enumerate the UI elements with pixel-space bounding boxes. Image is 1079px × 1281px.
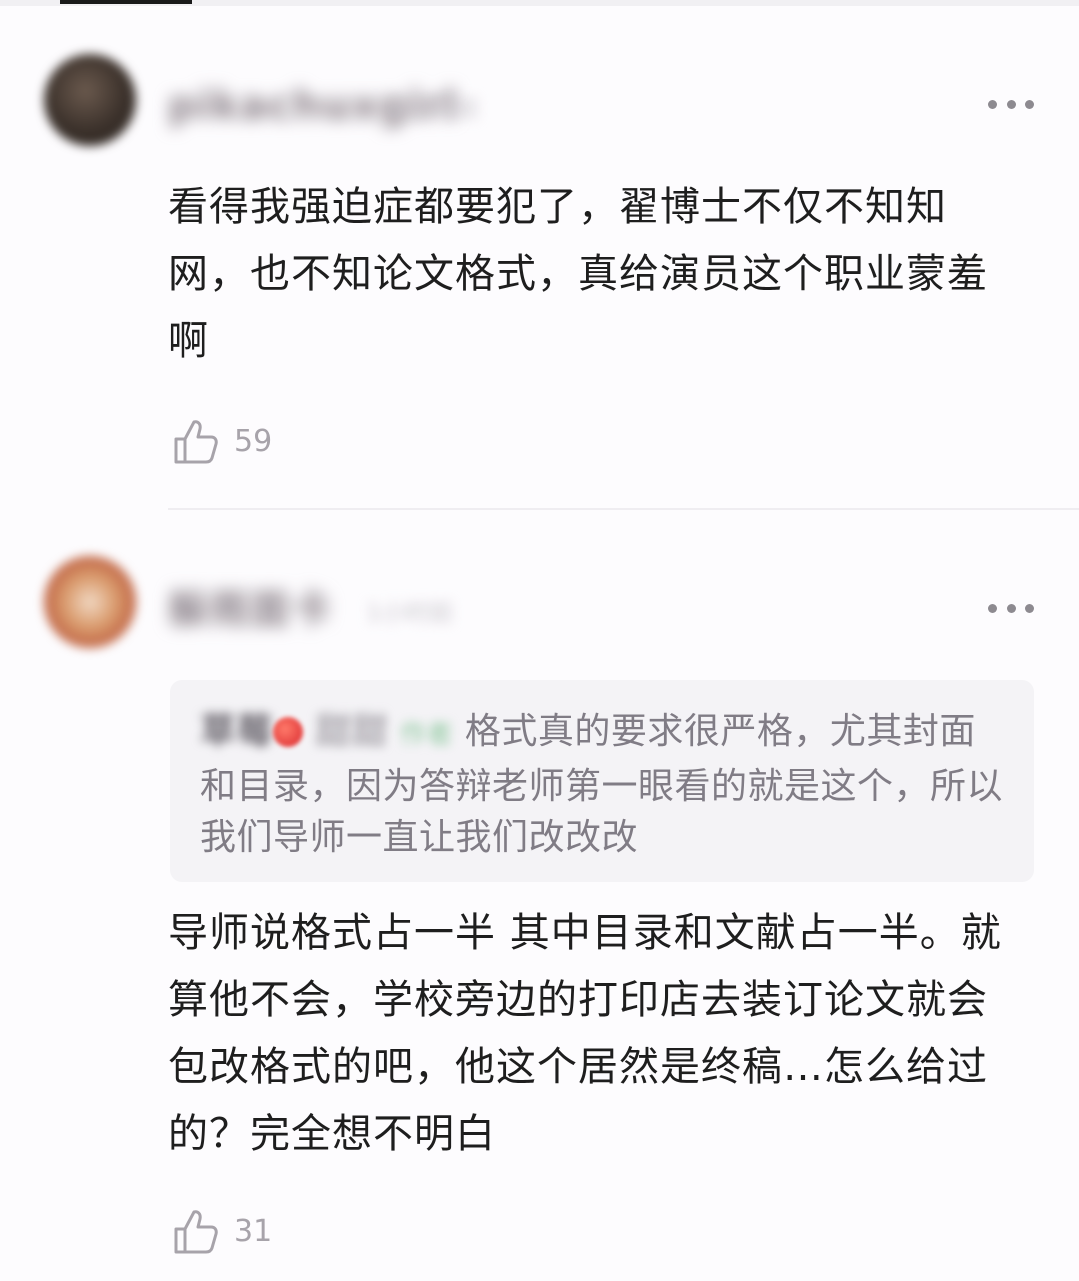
- comment-text: 导师说格式占一半 其中目录和文献占一半。就算他不会，学校旁边的打印店去装订论文就…: [168, 910, 1002, 1157]
- avatar[interactable]: [44, 54, 136, 146]
- thumbs-up-icon: [174, 420, 218, 464]
- dot-icon: [1025, 99, 1034, 109]
- thumbs-up-icon: [174, 1210, 218, 1254]
- comment-time: 1小时前: [366, 599, 454, 627]
- comment-username[interactable]: 躲雨面卡: [168, 590, 332, 630]
- quoted-reply[interactable]: 草莓 甜甜 作者 格式真的要求很严格，尤其封面和目录，因为答辩老师第一眼看的就是…: [170, 680, 1034, 882]
- like-button[interactable]: 59: [172, 416, 272, 466]
- dot-icon: [988, 603, 997, 613]
- more-options-button[interactable]: [988, 96, 1034, 112]
- quoted-username-suffix: 甜甜: [314, 711, 388, 752]
- quoted-username[interactable]: 草莓: [200, 711, 273, 752]
- like-count: 59: [234, 423, 273, 459]
- status-strip: [0, 0, 1079, 6]
- notch-bar: [60, 0, 192, 4]
- like-count: 31: [234, 1213, 273, 1249]
- dot-icon: [1006, 603, 1016, 613]
- quoted-reply-text: 草莓 甜甜 作者 格式真的要求很严格，尤其封面和目录，因为答辩老师第一眼看的就是…: [200, 706, 1010, 863]
- comment-time: 1小时前: [392, 95, 480, 123]
- dot-icon: [1006, 99, 1016, 109]
- like-button[interactable]: 31: [172, 1206, 272, 1256]
- dot-icon: [988, 99, 997, 109]
- dot-icon: [1025, 603, 1034, 613]
- more-options-button[interactable]: [988, 600, 1034, 616]
- strawberry-icon: [273, 717, 304, 747]
- comment-divider: [168, 508, 1079, 510]
- author-badge: 作者: [399, 720, 453, 750]
- comment-text: 看得我强迫症都要犯了，翟博士不仅不知知网，也不知论文格式，真给演员这个职业蒙羞啊: [168, 184, 988, 364]
- avatar[interactable]: [44, 556, 136, 648]
